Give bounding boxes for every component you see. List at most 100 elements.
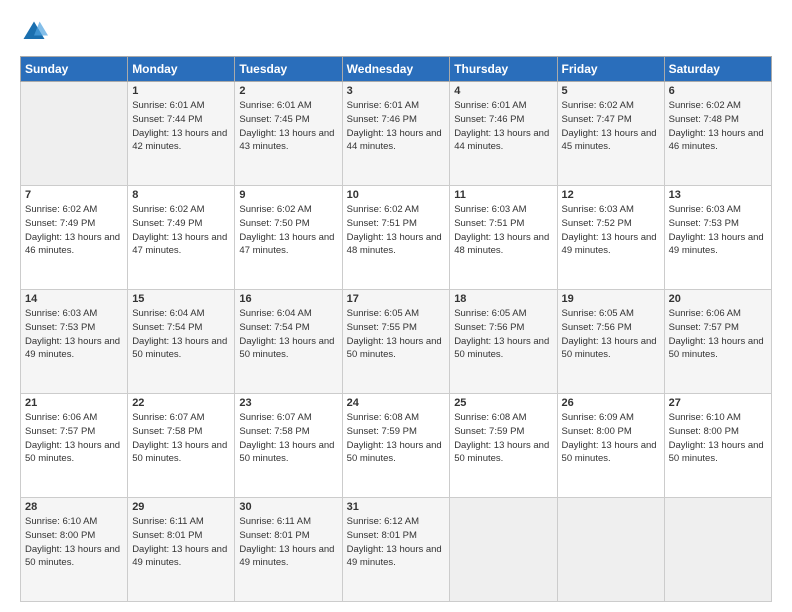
day-number: 18 — [454, 293, 552, 305]
daylight-text: Daylight: 13 hours and 50 minutes. — [562, 336, 657, 361]
logo-icon — [20, 18, 48, 46]
sunrise-text: Sunrise: 6:09 AM — [562, 412, 634, 423]
sunrise-text: Sunrise: 6:02 AM — [562, 100, 634, 111]
daylight-text: Daylight: 13 hours and 42 minutes. — [132, 128, 227, 153]
sunrise-text: Sunrise: 6:02 AM — [25, 204, 97, 215]
daylight-text: Daylight: 13 hours and 48 minutes. — [347, 232, 442, 257]
sunset-text: Sunset: 8:00 PM — [562, 426, 632, 437]
sunset-text: Sunset: 7:59 PM — [347, 426, 417, 437]
daylight-text: Daylight: 13 hours and 49 minutes. — [25, 336, 120, 361]
daylight-text: Daylight: 13 hours and 50 minutes. — [239, 440, 334, 465]
day-info: Sunrise: 6:06 AM Sunset: 7:57 PM Dayligh… — [25, 411, 123, 466]
day-info: Sunrise: 6:02 AM Sunset: 7:49 PM Dayligh… — [25, 203, 123, 258]
calendar-day-cell: 16 Sunrise: 6:04 AM Sunset: 7:54 PM Dayl… — [235, 290, 342, 394]
day-number: 19 — [562, 293, 660, 305]
calendar-day-cell: 1 Sunrise: 6:01 AM Sunset: 7:44 PM Dayli… — [128, 82, 235, 186]
sunrise-text: Sunrise: 6:10 AM — [25, 516, 97, 527]
page: SundayMondayTuesdayWednesdayThursdayFrid… — [0, 0, 792, 612]
calendar-day-cell: 12 Sunrise: 6:03 AM Sunset: 7:52 PM Dayl… — [557, 186, 664, 290]
sunrise-text: Sunrise: 6:04 AM — [132, 308, 204, 319]
sunrise-text: Sunrise: 6:10 AM — [669, 412, 741, 423]
calendar-day-cell — [557, 498, 664, 602]
day-number: 15 — [132, 293, 230, 305]
calendar-day-cell: 28 Sunrise: 6:10 AM Sunset: 8:00 PM Dayl… — [21, 498, 128, 602]
daylight-text: Daylight: 13 hours and 50 minutes. — [669, 440, 764, 465]
day-info: Sunrise: 6:12 AM Sunset: 8:01 PM Dayligh… — [347, 515, 446, 570]
day-number: 28 — [25, 501, 123, 513]
day-number: 24 — [347, 397, 446, 409]
sunset-text: Sunset: 7:57 PM — [25, 426, 95, 437]
calendar-day-cell: 22 Sunrise: 6:07 AM Sunset: 7:58 PM Dayl… — [128, 394, 235, 498]
day-number: 1 — [132, 85, 230, 97]
calendar-header-thursday: Thursday — [450, 57, 557, 82]
calendar-day-cell: 25 Sunrise: 6:08 AM Sunset: 7:59 PM Dayl… — [450, 394, 557, 498]
calendar-header-wednesday: Wednesday — [342, 57, 450, 82]
day-number: 31 — [347, 501, 446, 513]
logo — [20, 18, 52, 46]
day-info: Sunrise: 6:07 AM Sunset: 7:58 PM Dayligh… — [239, 411, 337, 466]
sunrise-text: Sunrise: 6:06 AM — [25, 412, 97, 423]
sunrise-text: Sunrise: 6:01 AM — [454, 100, 526, 111]
day-number: 4 — [454, 85, 552, 97]
sunset-text: Sunset: 7:53 PM — [669, 218, 739, 229]
sunrise-text: Sunrise: 6:04 AM — [239, 308, 311, 319]
sunset-text: Sunset: 7:50 PM — [239, 218, 309, 229]
day-info: Sunrise: 6:08 AM Sunset: 7:59 PM Dayligh… — [454, 411, 552, 466]
day-info: Sunrise: 6:08 AM Sunset: 7:59 PM Dayligh… — [347, 411, 446, 466]
calendar-day-cell — [664, 498, 771, 602]
sunset-text: Sunset: 7:59 PM — [454, 426, 524, 437]
calendar-day-cell — [450, 498, 557, 602]
day-number: 6 — [669, 85, 767, 97]
day-number: 16 — [239, 293, 337, 305]
sunset-text: Sunset: 7:45 PM — [239, 114, 309, 125]
day-info: Sunrise: 6:03 AM Sunset: 7:52 PM Dayligh… — [562, 203, 660, 258]
daylight-text: Daylight: 13 hours and 49 minutes. — [347, 544, 442, 569]
daylight-text: Daylight: 13 hours and 44 minutes. — [347, 128, 442, 153]
day-number: 14 — [25, 293, 123, 305]
day-number: 30 — [239, 501, 337, 513]
day-info: Sunrise: 6:01 AM Sunset: 7:46 PM Dayligh… — [454, 99, 552, 154]
day-number: 27 — [669, 397, 767, 409]
sunrise-text: Sunrise: 6:05 AM — [454, 308, 526, 319]
calendar-day-cell: 13 Sunrise: 6:03 AM Sunset: 7:53 PM Dayl… — [664, 186, 771, 290]
calendar-header-sunday: Sunday — [21, 57, 128, 82]
sunrise-text: Sunrise: 6:02 AM — [132, 204, 204, 215]
sunset-text: Sunset: 8:01 PM — [347, 530, 417, 541]
day-info: Sunrise: 6:10 AM Sunset: 8:00 PM Dayligh… — [25, 515, 123, 570]
sunrise-text: Sunrise: 6:01 AM — [132, 100, 204, 111]
daylight-text: Daylight: 13 hours and 47 minutes. — [239, 232, 334, 257]
calendar-day-cell: 6 Sunrise: 6:02 AM Sunset: 7:48 PM Dayli… — [664, 82, 771, 186]
sunset-text: Sunset: 7:49 PM — [132, 218, 202, 229]
day-number: 7 — [25, 189, 123, 201]
calendar-week-row: 21 Sunrise: 6:06 AM Sunset: 7:57 PM Dayl… — [21, 394, 772, 498]
calendar-day-cell: 27 Sunrise: 6:10 AM Sunset: 8:00 PM Dayl… — [664, 394, 771, 498]
daylight-text: Daylight: 13 hours and 50 minutes. — [347, 440, 442, 465]
calendar-header-friday: Friday — [557, 57, 664, 82]
daylight-text: Daylight: 13 hours and 50 minutes. — [669, 336, 764, 361]
sunrise-text: Sunrise: 6:07 AM — [239, 412, 311, 423]
daylight-text: Daylight: 13 hours and 47 minutes. — [132, 232, 227, 257]
day-info: Sunrise: 6:05 AM Sunset: 7:56 PM Dayligh… — [562, 307, 660, 362]
day-info: Sunrise: 6:11 AM Sunset: 8:01 PM Dayligh… — [132, 515, 230, 570]
sunset-text: Sunset: 7:55 PM — [347, 322, 417, 333]
sunrise-text: Sunrise: 6:03 AM — [25, 308, 97, 319]
day-number: 21 — [25, 397, 123, 409]
daylight-text: Daylight: 13 hours and 46 minutes. — [25, 232, 120, 257]
sunrise-text: Sunrise: 6:02 AM — [347, 204, 419, 215]
sunrise-text: Sunrise: 6:08 AM — [347, 412, 419, 423]
sunrise-text: Sunrise: 6:03 AM — [454, 204, 526, 215]
day-info: Sunrise: 6:02 AM Sunset: 7:50 PM Dayligh… — [239, 203, 337, 258]
sunrise-text: Sunrise: 6:03 AM — [669, 204, 741, 215]
daylight-text: Daylight: 13 hours and 50 minutes. — [562, 440, 657, 465]
sunrise-text: Sunrise: 6:02 AM — [669, 100, 741, 111]
calendar-day-cell: 10 Sunrise: 6:02 AM Sunset: 7:51 PM Dayl… — [342, 186, 450, 290]
calendar-day-cell: 18 Sunrise: 6:05 AM Sunset: 7:56 PM Dayl… — [450, 290, 557, 394]
sunset-text: Sunset: 7:46 PM — [347, 114, 417, 125]
sunset-text: Sunset: 7:46 PM — [454, 114, 524, 125]
day-info: Sunrise: 6:07 AM Sunset: 7:58 PM Dayligh… — [132, 411, 230, 466]
day-number: 8 — [132, 189, 230, 201]
sunset-text: Sunset: 7:53 PM — [25, 322, 95, 333]
day-number: 3 — [347, 85, 446, 97]
sunset-text: Sunset: 7:49 PM — [25, 218, 95, 229]
daylight-text: Daylight: 13 hours and 44 minutes. — [454, 128, 549, 153]
